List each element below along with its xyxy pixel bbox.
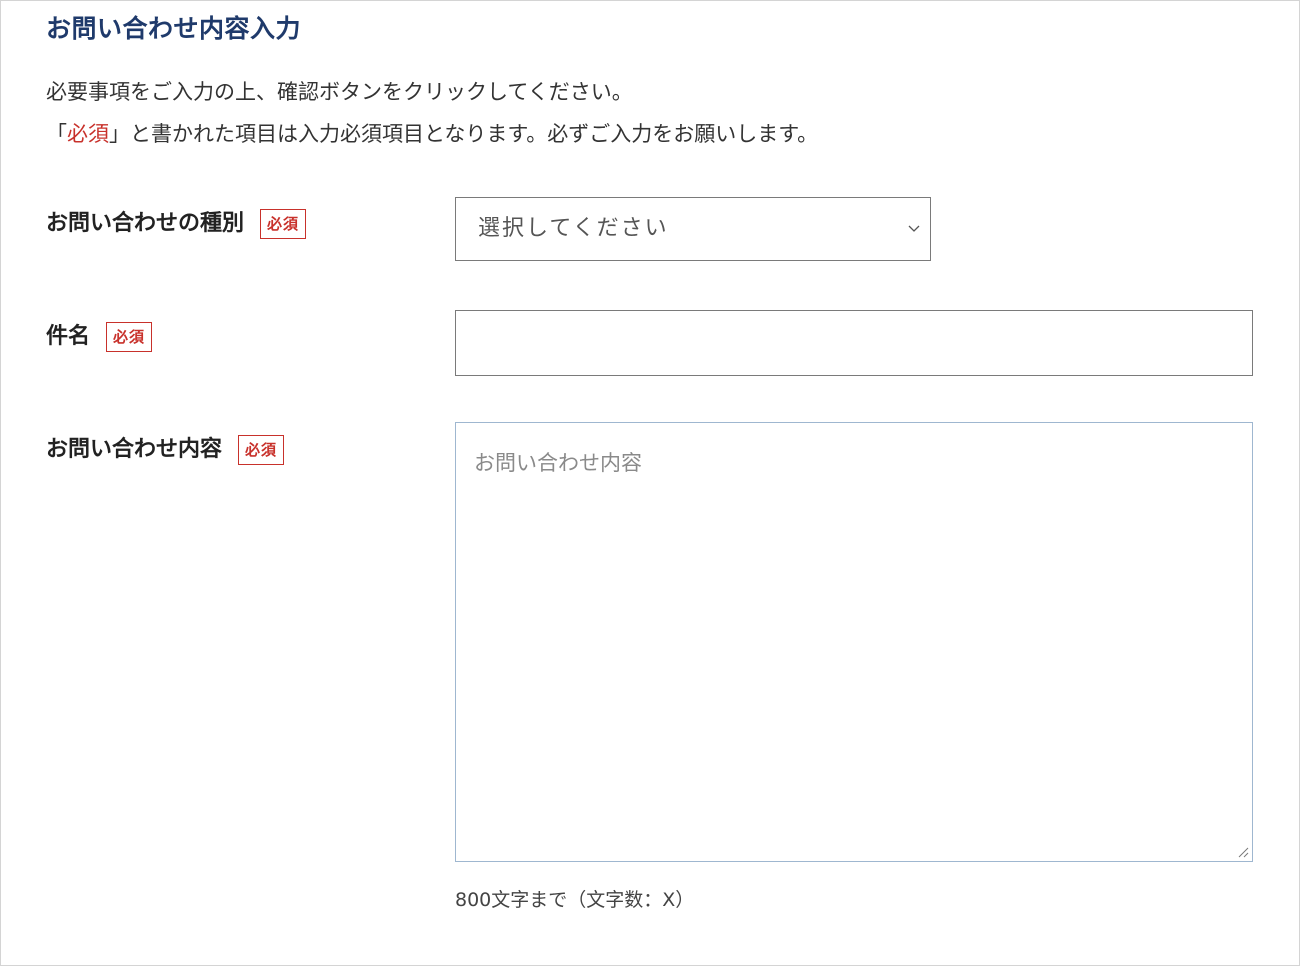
instruction-line-2: 「必須」と書かれた項目は入力必須項目となります。必ずご入力をお願いします。	[46, 113, 818, 155]
instruction-required-word: 必須	[67, 122, 109, 146]
resize-handle-icon[interactable]	[1237, 846, 1249, 858]
subject-label: 件名	[46, 324, 91, 349]
content-label: お問い合わせ内容	[46, 437, 223, 462]
instruction-open-bracket: 「	[46, 122, 67, 146]
inquiry-type-select[interactable]: 選択してください	[455, 197, 931, 261]
form-instructions: 必要事項をご入力の上、確認ボタンをクリックしてください。 「必須」と書かれた項目…	[46, 71, 818, 155]
inquiry-type-label: お問い合わせの種別	[46, 211, 245, 236]
inquiry-type-label-row: お問い合わせの種別 必須	[46, 209, 307, 239]
content-textarea[interactable]	[455, 422, 1253, 862]
inquiry-type-selected-value: 選択してください	[478, 216, 669, 241]
required-badge: 必須	[260, 209, 307, 239]
instruction-line-2-rest: 」と書かれた項目は入力必須項目となります。必ずご入力をお願いします。	[109, 122, 819, 146]
required-badge: 必須	[238, 435, 285, 465]
subject-label-row: 件名 必須	[46, 322, 153, 352]
subject-input[interactable]	[455, 310, 1253, 376]
content-label-row: お問い合わせ内容 必須	[46, 435, 285, 465]
page-title: お問い合わせ内容入力	[46, 14, 302, 43]
required-badge: 必須	[106, 322, 153, 352]
instruction-line-1: 必要事項をご入力の上、確認ボタンをクリックしてください。	[46, 80, 633, 104]
chevron-down-icon	[908, 225, 920, 232]
character-counter: 800文字まで（文字数：X）	[455, 889, 695, 911]
form-panel: お問い合わせ内容入力 必要事項をご入力の上、確認ボタンをクリックしてください。 …	[0, 0, 1300, 966]
